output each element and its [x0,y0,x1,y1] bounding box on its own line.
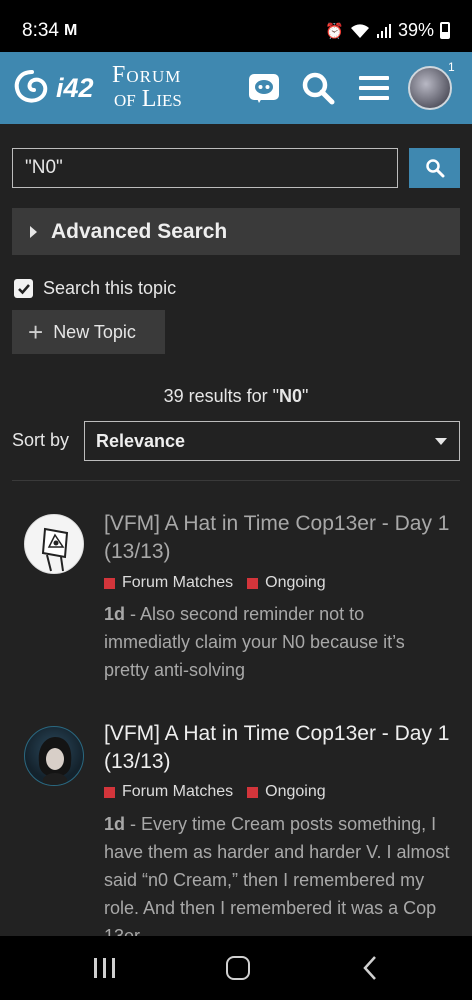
category-label: Forum Matches [122,783,234,800]
result-age: 1d [104,604,126,624]
recent-apps-button[interactable] [94,958,115,978]
home-button[interactable] [226,956,250,980]
notification-count[interactable]: 1 [448,60,455,74]
header-search-button[interactable] [298,68,338,108]
author-avatar[interactable] [24,726,84,786]
back-icon[interactable] [362,955,378,981]
battery-percent: 39% [397,20,434,40]
alarm-icon: ⏰ [325,22,344,40]
status-bar: 8:34 M ⏰ 39% [0,0,472,52]
result-categories: Forum Matches Ongoing [104,574,326,592]
caret-down-icon [435,438,447,445]
result-age: 1d [104,814,126,834]
search-this-topic-label: Search this topic [43,278,177,298]
results-count: 39 results for "N0" [0,386,472,407]
sort-by-label: Sort by [12,430,70,450]
new-topic-label: New Topic [53,321,136,342]
category-color-square [104,786,115,798]
system-nav-bar [0,936,472,1000]
menu-button[interactable] [354,68,394,108]
results-term: N0 [279,386,303,406]
results-suffix: " [302,386,309,406]
battery-icon [440,22,450,39]
sort-select[interactable]: Relevance [84,421,460,461]
divider [12,480,460,481]
search-input[interactable] [12,148,398,188]
gmail-icon: M [64,22,78,39]
category-tag[interactable]: Forum Matches [104,783,233,801]
avatar-illustration [38,737,72,785]
category-tag[interactable]: Ongoing [247,574,326,592]
author-avatar[interactable] [24,514,84,574]
result-excerpt: - Also second reminder not to immediatly… [104,604,405,680]
result-title[interactable]: [VFM] A Hat in Time Cop13er - Day 1 (13/… [104,720,454,776]
swirl-icon [14,70,48,103]
result-excerpt: - Every time Cream posts something, I ha… [104,814,450,936]
results-prefix: 39 results for " [163,386,280,406]
category-color-square [247,786,259,798]
status-icons: ⏰ 39% [325,20,450,41]
search-icon [302,72,335,105]
wifi-icon [350,23,369,38]
advanced-search-toggle[interactable]: Advanced Search [12,208,460,255]
status-time: 8:34 [22,20,59,41]
advanced-search-label: Advanced Search [51,219,228,243]
i42-logo[interactable]: i42 [12,68,94,108]
search-this-topic-option[interactable]: Search this topic [14,278,176,299]
search-submit-button[interactable] [409,148,460,188]
category-color-square [247,577,259,589]
category-tag[interactable]: Forum Matches [104,574,233,592]
category-color-square [104,577,115,589]
user-avatar[interactable] [408,66,452,110]
result-blurb: 1d - Also second reminder not to immedia… [104,600,454,684]
category-tag[interactable]: Ongoing [247,783,326,801]
discord-button[interactable] [244,68,284,108]
plus-icon: + [28,317,44,347]
new-topic-button[interactable]: + New Topic [12,310,165,354]
discord-icon [249,74,279,103]
signal-icon [376,23,391,38]
hamburger-icon [359,76,389,100]
result-title[interactable]: [VFM] A Hat in Time Cop13er - Day 1 (13/… [104,510,454,566]
category-label: Ongoing [265,574,326,591]
result-categories: Forum Matches Ongoing [104,783,326,801]
logo-line-2: of Lies [114,86,182,112]
search-icon [425,159,444,178]
result-blurb: 1d - Every time Cream posts something, I… [104,810,454,936]
forum-of-lies-logo[interactable]: Forum of Lies [112,62,216,116]
avatar-illustration [41,527,69,572]
i42-logo-text: i42 [56,72,94,103]
category-label: Forum Matches [122,574,234,591]
sort-selected-value: Relevance [96,430,186,451]
check-icon [17,283,30,294]
category-label: Ongoing [265,783,326,800]
logo-line-1: Forum [112,62,182,88]
checkbox-checked[interactable] [14,279,33,298]
site-header: i42 Forum of Lies 1 [0,52,472,124]
caret-right-icon [30,225,37,238]
